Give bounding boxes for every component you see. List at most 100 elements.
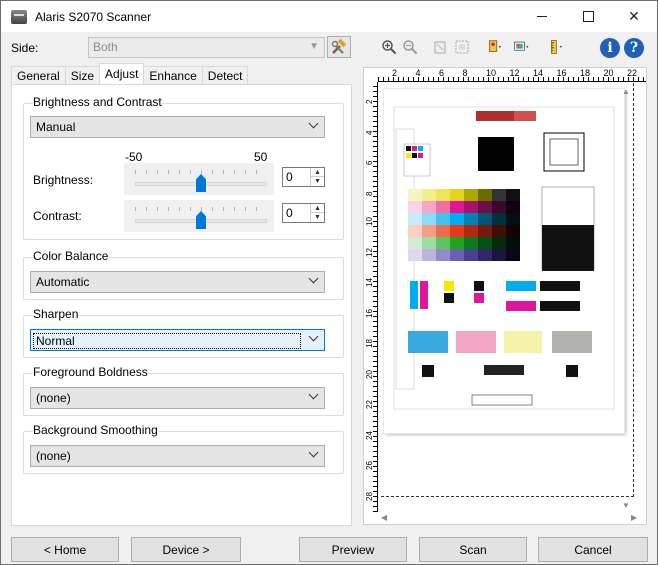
tab-adjust[interactable]: Adjust [99,63,145,84]
foreground-boldness-select[interactable]: (none) [30,387,325,409]
sharpen-title: Sharpen [33,307,79,321]
chevron-down-icon: ▼ [309,41,319,52]
background-smoothing-title: Background Smoothing [33,423,158,437]
preview-button[interactable]: Preview [299,537,407,562]
ruler-left-label: 28 [365,491,374,501]
ruler-top-label: 16 [556,68,567,78]
slider-max-label: 50 [254,150,268,164]
tab-size[interactable]: Size [64,66,101,84]
ruler-top-label: 2 [392,68,398,78]
spin-down-icon[interactable]: ▼ [311,177,324,186]
ruler-left-label: 2 [365,99,374,104]
help-icon[interactable]: ? [624,38,644,58]
ruler-left-label: 24 [365,430,374,440]
spin-down-icon[interactable]: ▼ [311,213,324,222]
scan-button[interactable]: Scan [419,537,527,562]
ruler-horizontal: 2 4 6 8 10 12 14 16 18 20 22 [378,68,646,82]
ruler-top-label: 12 [509,68,520,78]
hammer-wrench-icon [331,38,347,54]
info-icon[interactable]: i [600,38,620,58]
ruler-top-label: 18 [580,68,591,78]
spin-up-icon[interactable]: ▲ [311,204,324,213]
contrast-slider-thumb[interactable] [196,211,206,229]
scroll-right-icon[interactable]: ▶ [631,513,637,522]
scan-area-selection[interactable] [381,83,634,497]
sharpen-value: Normal [33,333,301,349]
adjust-tab-panel: Brightness and Contrast Manual -50 50 Br… [11,84,352,526]
slider-min-label: -50 [125,150,143,164]
ruler-left-label: 16 [365,308,374,318]
ruler-left-label: 22 [365,400,374,409]
ruler-left-label: 26 [365,461,374,470]
brightness-contrast-group: Brightness and Contrast Manual -50 50 Br… [23,95,344,240]
scroll-left-icon[interactable]: ◀ [381,513,387,522]
chevron-down-icon [309,275,319,285]
scanner-window: Alaris S2070 Scanner ✕ Side: Both ▼ Gene… [0,0,658,565]
contrast-value: 0 [286,206,293,220]
maximize-button[interactable] [565,1,611,32]
brightness-slider-thumb[interactable] [196,174,206,192]
ruler-top-label: 6 [439,68,445,78]
contrast-label: Contrast: [33,209,82,223]
device-button[interactable]: Device > [131,537,241,562]
ruler-left-label: 18 [365,339,374,348]
brightness-label: Brightness: [33,173,94,187]
minimize-button[interactable] [519,1,565,32]
color-balance-value: Automatic [36,275,90,289]
background-smoothing-group: Background Smoothing (none) [23,423,344,474]
tab-enhance[interactable]: Enhance [143,66,203,84]
color-balance-title: Color Balance [33,249,109,263]
home-button[interactable]: < Home [11,537,119,562]
ruler-top-label: 20 [603,68,614,78]
foreground-boldness-title: Foreground Boldness [33,365,148,379]
chevron-down-icon [309,391,319,401]
color-balance-group: Color Balance Automatic [23,249,344,300]
contrast-spinbox[interactable]: 0 ▲ ▼ [282,203,325,223]
fit-icon[interactable] [453,38,471,56]
brightness-value: 0 [286,170,293,184]
contrast-slider[interactable] [124,200,274,232]
auto-adjust-icon[interactable] [485,38,503,56]
brightness-slider[interactable] [124,163,274,195]
foreground-boldness-value: (none) [36,391,71,405]
brightness-contrast-title: Brightness and Contrast [33,95,162,109]
brightness-spinbox[interactable]: 0 ▲ ▼ [282,167,325,187]
window-title: Alaris S2070 Scanner [35,9,152,24]
scroll-down-icon[interactable]: ▼ [622,501,630,510]
color-adjust-icon[interactable] [513,38,531,56]
background-smoothing-value: (none) [36,449,71,463]
measure-icon[interactable] [549,38,567,56]
color-balance-select[interactable]: Automatic [30,271,325,293]
zoom-in-icon[interactable] [380,38,398,56]
sharpen-group: Sharpen Normal [23,307,344,358]
ruler-left-label: 4 [365,130,374,135]
side-label: Side: [11,41,39,55]
brightness-contrast-mode-select[interactable]: Manual [30,116,325,138]
ruler-vertical: 2 4 6 8 10 12 14 16 18 20 22 24 26 28 [364,82,378,512]
close-button[interactable]: ✕ [611,1,657,32]
chevron-down-icon [309,333,319,343]
side-select: Both ▼ [88,37,325,58]
rotate-icon[interactable] [431,38,449,56]
foreground-boldness-group: Foreground Boldness (none) [23,365,344,416]
ruler-left-label: 8 [365,191,374,196]
brightness-contrast-mode-value: Manual [36,120,76,134]
ruler-top-label: 10 [486,68,497,78]
ruler-left-label: 10 [365,217,374,226]
cancel-button[interactable]: Cancel [538,537,648,562]
tab-strip: General Size Adjust Enhance Detect [11,63,249,85]
background-smoothing-select[interactable]: (none) [30,445,325,467]
ruler-left-label: 14 [365,278,374,287]
scroll-up-icon[interactable]: ▲ [622,87,630,96]
tab-general[interactable]: General [11,66,66,84]
ruler-left-label: 12 [365,247,374,257]
ruler-top-label: 22 [627,68,638,78]
side-select-value: Both [93,40,118,54]
sharpen-select[interactable]: Normal [30,329,325,351]
zoom-out-icon[interactable] [401,38,419,56]
chevron-down-icon [309,120,319,130]
spin-up-icon[interactable]: ▲ [311,168,324,177]
tab-detect[interactable]: Detect [201,66,249,84]
settings-tools-button[interactable] [327,36,351,58]
slider-ticks [135,207,267,211]
